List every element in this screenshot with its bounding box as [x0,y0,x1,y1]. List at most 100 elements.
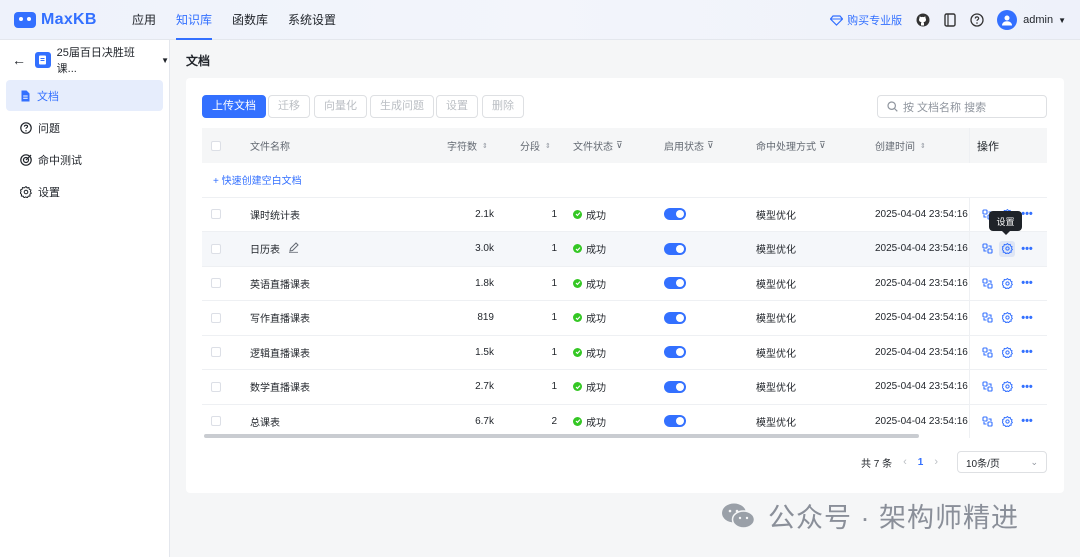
file-name[interactable]: 数学直播课表 [250,370,310,404]
more-icon[interactable]: ••• [1019,344,1035,360]
avatar[interactable] [997,10,1018,30]
char-count: 3.0k [475,243,494,255]
enable-toggle[interactable] [664,405,686,439]
more-icon[interactable]: ••• [1019,310,1035,326]
more-icon[interactable]: ••• [1019,241,1035,257]
filter-icon[interactable]: ⊽ [616,140,623,151]
row-checkbox[interactable] [211,301,221,335]
migrate-button[interactable]: 迁移 [268,95,310,118]
vectorize-button[interactable]: 向量化 [314,95,367,118]
row-checkbox[interactable] [211,232,221,266]
enable-toggle[interactable] [664,370,686,404]
settings-gear-icon[interactable] [999,310,1015,326]
sidebar-item-hit-test[interactable]: 命中测试 [6,144,163,175]
column-header-enable-status[interactable]: 启用状态 ⊽ [664,128,714,163]
segment-count: 1 [551,346,557,358]
file-name[interactable]: 总课表 [250,405,280,439]
caret-down-icon[interactable]: ▼ [1058,16,1066,25]
edit-icon[interactable] [288,242,299,256]
column-header-hit-method[interactable]: 命中处理方式 ⊽ [756,128,826,163]
char-count: 1.8k [475,277,494,289]
file-name[interactable]: 日历表 [250,232,299,266]
settings-tooltip: 设置 [989,211,1022,235]
prev-page-icon[interactable]: ‹ [903,456,907,468]
settings-gear-icon[interactable] [999,240,1015,257]
sort-icon[interactable]: ⇕ [920,142,926,150]
sidebar-item-documents[interactable]: 文档 [6,80,163,111]
column-label: 创建时间 [875,142,915,153]
column-header-created[interactable]: 创建时间 ⇕ [875,128,926,163]
search-input[interactable]: 按 文档名称 搜索 [877,95,1047,118]
column-header-chars[interactable]: 字符数 ⇕ [447,128,488,163]
more-icon[interactable]: ••• [1019,413,1035,429]
sync-icon[interactable] [979,413,995,429]
segment-count: 2 [551,415,557,427]
book-icon[interactable] [943,13,957,27]
enable-toggle[interactable] [664,267,686,301]
app-logo[interactable]: MaxKB [14,11,122,29]
file-name[interactable]: 写作直播课表 [250,301,310,335]
buy-pro-link[interactable]: 购买专业版 [830,12,902,28]
settings-button[interactable]: 设置 [436,95,478,118]
github-icon[interactable] [916,13,930,27]
generate-questions-button[interactable]: 生成问题 [370,95,434,118]
horizontal-scrollbar[interactable] [204,434,919,438]
chevron-down-icon: ⌄ [1030,456,1038,467]
top-bar: MaxKB 应用 知识库 函数库 系统设置 购买专业版 admin ▼ [0,0,1080,40]
knowledge-base-name[interactable]: 25届百日决胜班课... [57,44,153,76]
enable-toggle[interactable] [664,232,686,266]
row-checkbox[interactable] [211,370,221,404]
created-time: 2025-04-04 23:54:16 [875,243,968,255]
sync-icon[interactable] [979,344,995,360]
column-header-segments[interactable]: 分段 ⇕ [520,128,551,163]
nav-item-knowledge[interactable]: 知识库 [166,0,222,40]
back-arrow-icon[interactable]: ← [12,52,26,68]
row-checkbox[interactable] [211,198,221,232]
sidebar-item-questions[interactable]: 问题 [6,112,163,143]
file-name[interactable]: 英语直播课表 [250,267,310,301]
page-size-select[interactable]: 10条/页 ⌄ [957,451,1047,473]
sync-icon[interactable] [979,310,995,326]
upload-document-button[interactable]: 上传文档 [202,95,266,118]
filter-icon[interactable]: ⊽ [819,140,826,151]
select-all-checkbox[interactable] [211,128,221,163]
settings-gear-icon[interactable] [999,344,1015,360]
char-count: 1.5k [475,346,494,358]
enable-toggle[interactable] [664,301,686,335]
delete-button[interactable]: 删除 [482,95,524,118]
settings-gear-icon[interactable] [999,413,1015,429]
quick-create-link[interactable]: + 快速创建空白文档 [213,163,302,197]
row-checkbox[interactable] [211,336,221,370]
help-icon[interactable] [970,13,984,27]
username[interactable]: admin [1023,14,1053,26]
quick-create-row: + 快速创建空白文档 [202,163,1047,198]
nav-item-apps[interactable]: 应用 [122,0,166,40]
sort-icon[interactable]: ⇕ [545,142,551,150]
enable-toggle[interactable] [664,198,686,232]
row-checkbox[interactable] [211,267,221,301]
created-time: 2025-04-04 23:54:16 [875,277,968,289]
nav-item-functions[interactable]: 函数库 [222,0,278,40]
settings-gear-icon[interactable] [999,379,1015,395]
more-icon[interactable]: ••• [1019,379,1035,395]
sidebar-item-settings[interactable]: 设置 [6,176,163,207]
enable-toggle[interactable] [664,336,686,370]
file-status: 成功 [573,232,606,266]
sync-icon[interactable] [979,379,995,395]
sync-icon[interactable] [979,275,995,291]
row-checkbox[interactable] [211,405,221,439]
hit-method: 模型优化 [756,348,796,360]
file-name[interactable]: 逻辑直播课表 [250,336,310,370]
sort-icon[interactable]: ⇕ [482,142,488,150]
column-header-file-status[interactable]: 文件状态 ⊽ [573,128,623,163]
nav-item-system-settings[interactable]: 系统设置 [278,0,346,40]
sync-icon[interactable] [979,241,995,257]
char-count: 2.1k [475,208,494,220]
settings-gear-icon[interactable] [999,275,1015,291]
caret-down-icon[interactable]: ▼ [161,56,169,65]
next-page-icon[interactable]: › [934,456,938,468]
filter-icon[interactable]: ⊽ [707,140,714,151]
page-number[interactable]: 1 [918,457,924,468]
file-name[interactable]: 课时统计表 [250,198,300,232]
more-icon[interactable]: ••• [1019,275,1035,291]
